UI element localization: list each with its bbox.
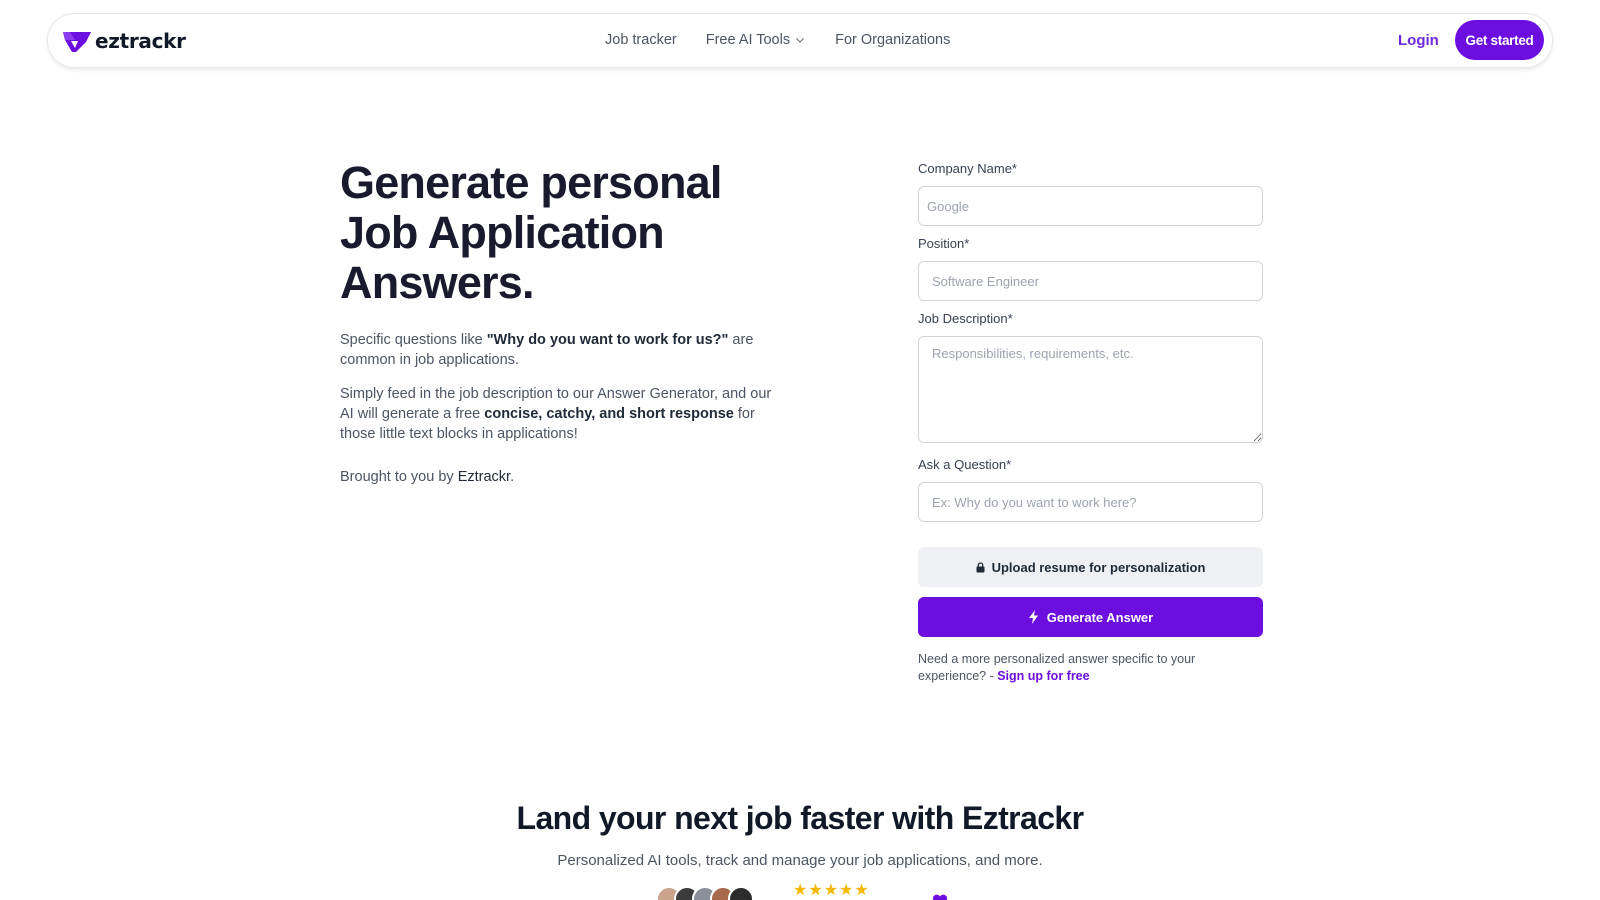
user-avatars	[656, 886, 754, 900]
star-icon: ★	[823, 882, 839, 899]
company-name-label: Company Name*	[918, 161, 1017, 176]
upload-resume-button[interactable]: Upload resume for personalization	[918, 547, 1263, 587]
description-paragraph: Simply feed in the job description to ou…	[340, 384, 780, 444]
nav-job-tracker[interactable]: Job tracker	[605, 32, 677, 48]
rating-stars: ★ ★ ★ ★ ★	[793, 883, 869, 899]
get-started-button[interactable]: Get started	[1455, 20, 1544, 60]
logo[interactable]: eztrackr	[62, 28, 186, 54]
section-title: Land your next job faster with Eztrackr	[516, 800, 1085, 836]
star-icon: ★	[808, 882, 823, 899]
logo-gem-icon	[63, 32, 91, 52]
star-icon: ★	[793, 882, 808, 899]
question-input[interactable]	[918, 482, 1263, 522]
heart-icon	[932, 894, 948, 900]
credit-paragraph: Brought to you by Eztrackr.	[340, 467, 780, 487]
lightning-icon	[1028, 610, 1038, 624]
avatar	[728, 886, 754, 900]
login-link[interactable]: Login	[1398, 32, 1439, 49]
chevron-down-icon	[796, 38, 805, 43]
nav-free-ai-tools-label: Free AI Tools	[705, 32, 791, 48]
star-icon: ★	[854, 882, 869, 899]
nav-links: Job tracker Free AI Tools For Organizati…	[605, 32, 950, 48]
position-label: Position*	[918, 236, 970, 251]
upload-resume-label: Upload resume for personalization	[991, 559, 1206, 575]
section-subtitle: Personalized AI tools, track and manage …	[557, 852, 1043, 869]
credit-brand: Eztrackr	[457, 469, 511, 485]
intro-paragraph: Specific questions like "Why do you want…	[340, 330, 780, 370]
description-highlight: concise, catchy, and short response	[484, 406, 734, 422]
generate-answer-label: Generate Answer	[1046, 609, 1154, 625]
intro-text-start: Specific questions like	[340, 332, 487, 348]
ask-question-label: Ask a Question*	[918, 457, 1012, 472]
credit-text: Brought to you by	[340, 469, 458, 485]
logo-text: eztrackr	[95, 29, 186, 53]
lock-icon	[976, 561, 985, 572]
job-description-textarea[interactable]	[918, 336, 1263, 443]
generate-answer-button[interactable]: Generate Answer	[918, 597, 1263, 637]
signup-link[interactable]: Sign up for free	[997, 669, 1089, 683]
star-icon: ★	[839, 882, 854, 899]
position-input[interactable]	[918, 261, 1263, 301]
company-name-input[interactable]	[918, 186, 1263, 226]
job-description-label: Job Description*	[918, 311, 1013, 326]
intro-example-question: "Why do you want to work for us?"	[486, 332, 729, 348]
nav-free-ai-tools[interactable]: Free AI Tools	[706, 32, 806, 48]
signup-note: Need a more personalized answer specific…	[918, 651, 1238, 685]
nav-for-organizations[interactable]: For Organizations	[835, 32, 950, 48]
page-title: Generate personal Job Application Answer…	[340, 157, 722, 308]
credit-period: .	[510, 469, 515, 485]
top-navbar: eztrackr Job tracker Free AI Tools For O…	[47, 13, 1553, 68]
